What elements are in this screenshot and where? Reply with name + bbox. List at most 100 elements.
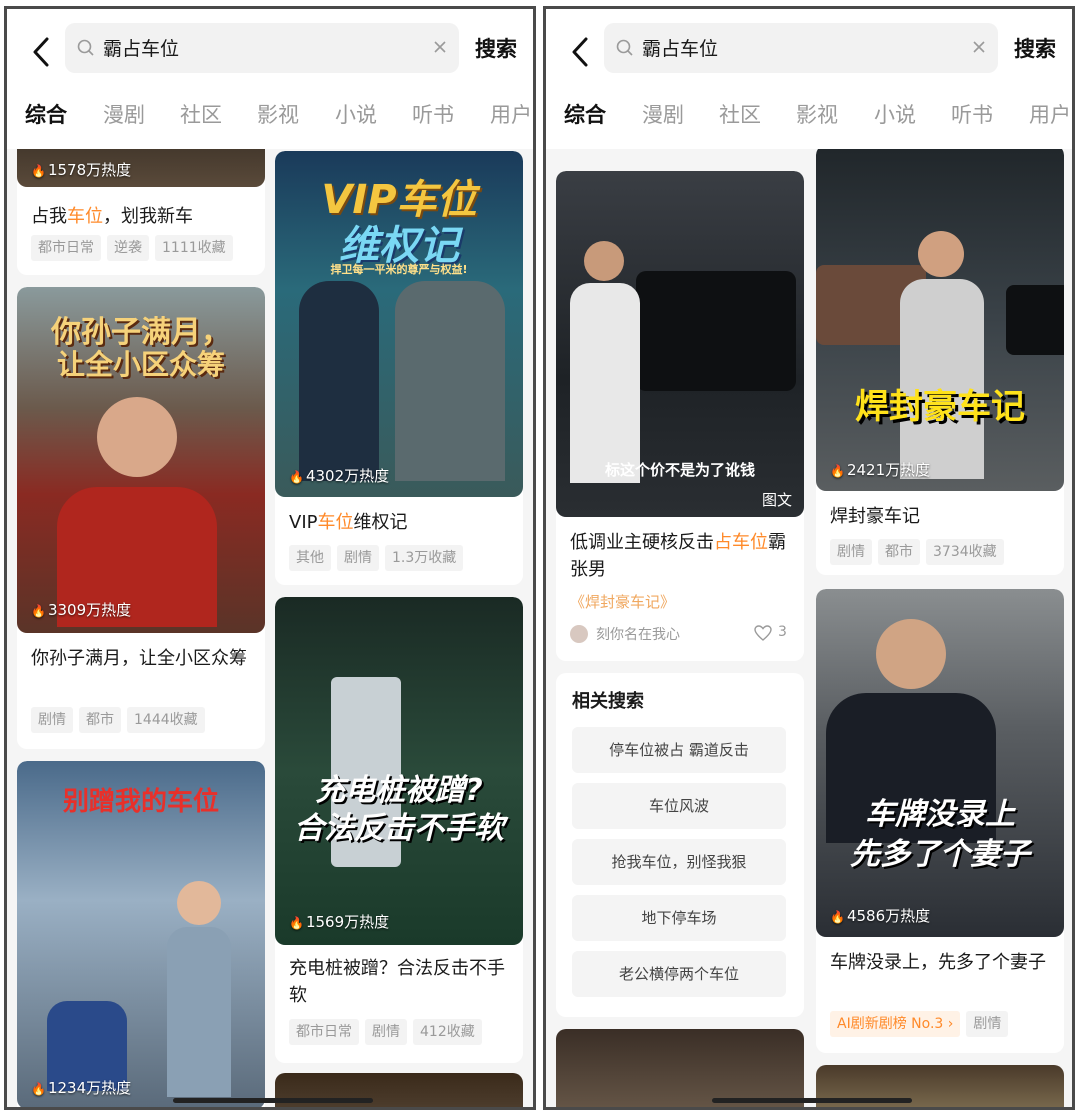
tag: 逆袭 (107, 235, 149, 261)
tab-community[interactable]: 社区 (180, 99, 222, 129)
tag: 剧情 (830, 539, 872, 565)
tab-users[interactable]: 用户 (490, 99, 532, 129)
tag: 剧情 (365, 1019, 407, 1045)
person-figure (299, 281, 379, 481)
drama-card[interactable]: 车牌没录上 先多了个妻子 4586万热度 车牌没录上，先多了个妻子 AI剧新剧榜… (816, 589, 1064, 1053)
tab-novel[interactable]: 小说 (335, 99, 377, 129)
poster-title: 别蹭我的车位 (62, 787, 219, 817)
drama-card[interactable] (275, 1073, 523, 1107)
drama-title: 焊封豪车记 (830, 506, 920, 527)
post-card[interactable]: 标这个价不是为了讹钱 图文 低调业主硬核反击占车位霸张男 《焊封豪车记》 刻你名… (556, 171, 804, 661)
tab-bar: 综合 漫剧 社区 影视 小说 听书 用户 (546, 95, 1072, 139)
tab-all[interactable]: 综合 (25, 99, 67, 129)
drama-card[interactable]: 充电桩被蹭? 合法反击不手软 1569万热度 充电桩被蹭？合法反击不手软 都市日… (275, 597, 523, 1063)
heat-count: 1234万热度 (31, 1077, 131, 1098)
related-searches-heading: 相关搜索 (572, 691, 644, 712)
post-title: 低调业主硬核反击占车位霸张男 (570, 532, 786, 580)
top-bar: 霸占车位 搜索 综合 漫剧 社区 影视 小说 听书 用户 (546, 9, 1072, 149)
drama-cover: 你孙子满月， 让全小区众筹 3309万热度 (17, 287, 265, 633)
drama-card[interactable]: 1578万热度 占我车位，划我新车 都市日常 逆袭 1111收藏 (17, 129, 265, 275)
tag: 1444收藏 (127, 707, 205, 733)
drama-card[interactable]: 焊封豪车记 2421万热度 焊封豪车记 剧情 都市 3734收藏 (816, 145, 1064, 575)
tag-row: 都市日常 剧情 412收藏 (289, 1019, 482, 1045)
drama-cover: 充电桩被蹭? 合法反击不手软 1569万热度 (275, 597, 523, 945)
poster-subtitle: 捍卫每一平米的尊严与权益! (330, 263, 468, 276)
like-count: 3 (778, 624, 787, 640)
tab-comics[interactable]: 漫剧 (103, 99, 145, 129)
heat-count: 4586万热度 (830, 905, 930, 926)
drama-card[interactable]: VIP车位 维权记 捍卫每一平米的尊严与权益! 4302万热度 VIP车位维权记… (275, 151, 523, 585)
related-search-item[interactable]: 地下停车场 (572, 895, 786, 941)
poster-title: 让全小区众筹 (56, 348, 225, 381)
car-figure (636, 271, 796, 391)
related-search-item[interactable]: 停车位被占 霸道反击 (572, 727, 786, 773)
person-figure (177, 881, 221, 925)
drama-title: 车牌没录上，先多了个妻子 (830, 952, 1046, 973)
tab-community[interactable]: 社区 (719, 99, 761, 129)
search-query: 霸占车位 (103, 38, 180, 60)
home-indicator (173, 1098, 373, 1103)
car-figure (1006, 285, 1064, 355)
drama-cover: VIP车位 维权记 捍卫每一平米的尊严与权益! 4302万热度 (275, 151, 523, 497)
person-figure (395, 281, 505, 481)
drama-card[interactable] (816, 1065, 1064, 1107)
avatar[interactable] (570, 625, 588, 643)
tag: 剧情 (337, 545, 379, 571)
related-search-item[interactable]: 抢我车位，别怪我狠 (572, 839, 786, 885)
drama-card[interactable]: 别蹭我的车位 1234万热度 (17, 761, 265, 1107)
heat-count: 2421万热度 (830, 459, 930, 480)
post-type-badge: 图文 (761, 491, 792, 509)
clear-icon[interactable] (972, 40, 986, 54)
back-arrow-icon[interactable] (29, 33, 55, 71)
tab-audiobook[interactable]: 听书 (951, 99, 993, 129)
drama-cover: 焊封豪车记 2421万热度 (816, 145, 1064, 491)
tab-video[interactable]: 影视 (796, 99, 838, 129)
tag-row: 剧情 都市 1444收藏 (31, 707, 205, 733)
tab-bar: 综合 漫剧 社区 影视 小说 听书 用户 (7, 95, 533, 139)
tab-novel[interactable]: 小说 (874, 99, 916, 129)
tag: 都市日常 (31, 235, 101, 261)
search-icon (77, 39, 94, 56)
clear-icon[interactable] (433, 40, 447, 54)
heat-count: 1578万热度 (31, 159, 131, 180)
left-screen: 霸占车位 搜索 综合 漫剧 社区 影视 小说 听书 用户 1578万热度 占我车… (4, 6, 536, 1110)
back-arrow-icon[interactable] (568, 33, 594, 71)
tag-row: 都市日常 逆袭 1111收藏 (31, 235, 233, 261)
related-search-item[interactable]: 老公横停两个车位 (572, 951, 786, 997)
rank-badge[interactable]: AI剧新剧榜 No.3 › (830, 1011, 961, 1037)
tab-users[interactable]: 用户 (1029, 99, 1071, 129)
drama-title: 充电桩被蹭？合法反击不手软 (289, 958, 505, 1006)
drama-card[interactable]: 你孙子满月， 让全小区众筹 3309万热度 你孙子满月，让全小区众筹 剧情 都市… (17, 287, 265, 749)
author-name[interactable]: 刻你名在我心 (596, 624, 680, 644)
person-figure (918, 231, 964, 277)
tag: 都市 (79, 707, 121, 733)
related-drama-link[interactable]: 《焊封豪车记》 (570, 591, 675, 612)
search-input[interactable]: 霸占车位 (65, 23, 459, 73)
tab-audiobook[interactable]: 听书 (412, 99, 454, 129)
heart-icon[interactable] (754, 625, 772, 641)
heat-count: 3309万热度 (31, 599, 131, 620)
tab-video[interactable]: 影视 (257, 99, 299, 129)
tab-comics[interactable]: 漫剧 (642, 99, 684, 129)
search-icon (616, 39, 633, 56)
post-caption: 标这个价不是为了讹钱 (604, 461, 755, 479)
related-search-item[interactable]: 车位风波 (572, 783, 786, 829)
tag: 1.3万收藏 (385, 545, 464, 571)
tag: 都市 (878, 539, 920, 565)
tag: 其他 (289, 545, 331, 571)
drama-title: 你孙子满月，让全小区众筹 (31, 648, 247, 669)
search-button[interactable]: 搜索 (475, 33, 517, 63)
search-input[interactable]: 霸占车位 (604, 23, 998, 73)
search-button[interactable]: 搜索 (1014, 33, 1056, 63)
person-figure (570, 283, 640, 483)
heat-count: 4302万热度 (289, 465, 389, 486)
tab-all[interactable]: 综合 (564, 99, 606, 129)
person-figure (584, 241, 624, 281)
tag: 剧情 (31, 707, 73, 733)
tag-row: 剧情 都市 3734收藏 (830, 539, 1004, 565)
drama-cover: 车牌没录上 先多了个妻子 4586万热度 (816, 589, 1064, 937)
tag: 剧情 (966, 1011, 1009, 1037)
drama-title: VIP车位维权记 (289, 512, 408, 533)
home-indicator (712, 1098, 912, 1103)
poster-title: 先多了个妻子 (850, 837, 1030, 872)
